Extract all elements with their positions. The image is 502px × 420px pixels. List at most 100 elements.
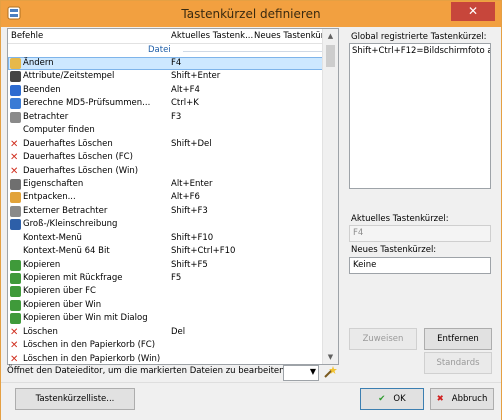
checksum-icon <box>10 98 21 110</box>
row-command-name: Dauerhaftes Löschen (FC) <box>23 152 133 163</box>
case-icon <box>10 219 21 231</box>
row-current-shortcut: F5 <box>171 273 182 283</box>
external-viewer-icon <box>10 205 21 217</box>
row-current-shortcut: Alt+F4 <box>171 84 200 95</box>
chevron-down-icon[interactable]: ▼ <box>310 367 316 376</box>
delete-permanent-icon: ✕ <box>10 152 19 164</box>
row-command-name: Kopieren über FC <box>23 286 96 297</box>
row-command-name: Dauerhaftes Löschen <box>23 138 113 149</box>
table-row[interactable]: Berechne MD5-Prüfsummen... Ctrl+K <box>8 97 338 110</box>
zuweisen-button[interactable]: Zuweisen <box>349 328 417 350</box>
row-command-name: Kopieren <box>23 259 61 270</box>
current-shortcut-value: F4 <box>353 228 364 238</box>
table-row[interactable]: Eigenschaften Alt+Enter <box>8 178 338 191</box>
dialog-footer: Tastenkürzelliste... ✔ OK ✖ Abbruch <box>1 382 501 420</box>
window-title: Tastenkürzel definieren <box>181 7 321 21</box>
row-current-shortcut: F4 <box>171 58 182 68</box>
row-command-name: Entpacken... <box>23 192 76 203</box>
table-row[interactable]: Beenden Alt+F4 <box>8 84 338 97</box>
list-scrollbar[interactable]: ▲ ▼ <box>322 29 338 364</box>
table-row[interactable]: Computer finden <box>8 124 338 137</box>
table-row[interactable]: ✕ Löschen in den Papierkorb (FC) <box>8 339 338 352</box>
global-shortcut-entry: Shift+Ctrl+F12=Bildschirmfoto aufne <box>352 46 490 56</box>
close-icon[interactable]: ✕ <box>468 4 478 18</box>
wand-icon[interactable] <box>323 365 337 379</box>
command-description: Öffnet den Dateieditor, um die markierte… <box>7 366 285 376</box>
delete-icon: ✕ <box>10 326 19 338</box>
row-current-shortcut: Ctrl+K <box>171 98 199 109</box>
row-command-name: Groß-/Kleinschreibung <box>23 219 118 230</box>
global-shortcuts-box[interactable]: Shift+Ctrl+F12=Bildschirmfoto aufne <box>349 43 491 189</box>
attributes-icon <box>10 71 21 83</box>
row-command-name: Kopieren mit Rückfrage <box>23 273 123 283</box>
shortcut-list-button[interactable]: Tastenkürzelliste... <box>15 388 135 410</box>
checkmark-icon: ✔ <box>378 394 386 404</box>
table-row[interactable]: Kopieren über Win mit Dialog <box>8 312 338 325</box>
table-row[interactable]: Kontext-Menü Shift+F10 <box>8 232 338 245</box>
row-current-shortcut: Shift+Del <box>171 138 212 149</box>
row-command-name: Externer Betrachter <box>23 205 108 216</box>
row-current-shortcut: Alt+F6 <box>171 192 200 203</box>
row-command-name: Berechne MD5-Prüfsummen... <box>23 98 151 109</box>
title-bar: Tastenkürzel definieren ✕ <box>1 1 501 27</box>
delete-permanent-icon: ✕ <box>10 165 19 177</box>
group-label: Datei <box>148 45 171 55</box>
table-row[interactable]: ✕ Dauerhaftes Löschen Shift+Del <box>8 138 338 151</box>
row-command-name: Löschen in den Papierkorb (FC) <box>23 340 156 351</box>
table-row[interactable]: ✕ Dauerhaftes Löschen (FC) <box>8 151 338 164</box>
copy-icon <box>10 299 21 311</box>
list-header: Befehle Aktuelles Tastenk... Neues Taste… <box>8 29 338 44</box>
table-row[interactable]: Kopieren über Win <box>8 299 338 312</box>
table-row[interactable]: Externer Betrachter Shift+F3 <box>8 205 338 218</box>
scroll-down-arrow-icon[interactable]: ▼ <box>323 350 338 364</box>
entfernen-button[interactable]: Entfernen <box>424 328 492 350</box>
row-current-shortcut: Shift+Ctrl+F10 <box>171 246 236 257</box>
row-command-name: Dauerhaftes Löschen (Win) <box>23 165 139 176</box>
group-divider <box>183 51 322 52</box>
editor-dropdown[interactable]: ▼ <box>283 365 319 381</box>
table-row[interactable]: Betrachter F3 <box>8 111 338 124</box>
cancel-button[interactable]: ✖ Abbruch <box>430 388 494 410</box>
ok-button[interactable]: ✔ OK <box>360 388 424 410</box>
table-row[interactable]: Groß-/Kleinschreibung <box>8 218 338 231</box>
viewer-icon <box>10 111 21 123</box>
row-current-shortcut: Shift+F10 <box>171 232 214 243</box>
table-row[interactable]: Ändern F4 <box>8 57 338 71</box>
table-row[interactable]: ✕ Dauerhaftes Löschen (Win) <box>8 165 338 178</box>
table-row[interactable]: Kontext-Menü 64 Bit Shift+Ctrl+F10 <box>8 245 338 258</box>
table-row[interactable]: ✕ Löschen Del <box>8 326 338 339</box>
table-row[interactable]: ✕ Löschen in den Papierkorb (Win) <box>8 353 338 365</box>
new-shortcut-input[interactable]: Keine <box>349 257 491 274</box>
current-shortcut-field: F4 <box>349 225 491 242</box>
delete-permanent-icon: ✕ <box>10 138 19 150</box>
scroll-up-arrow-icon[interactable]: ▲ <box>323 29 338 43</box>
shortcut-dialog: Tastenkürzel definieren ✕ Befehle Aktuel… <box>0 0 502 420</box>
list-rows: Ändern F4 Attribute/Zeitstempel Shift+Enter… <box>8 57 338 365</box>
edit-icon <box>10 58 21 69</box>
exit-icon <box>10 84 21 96</box>
cancel-label: Abbruch <box>451 394 488 404</box>
new-shortcut-label: Neues Tastenkürzel: <box>351 245 437 255</box>
row-current-shortcut: Shift+Enter <box>171 71 221 82</box>
table-row[interactable]: Kopieren mit Rückfrage F5 <box>8 272 338 285</box>
row-command-name: Computer finden <box>23 125 95 136</box>
copy-icon <box>10 259 21 271</box>
table-row[interactable]: Entpacken... Alt+F6 <box>8 191 338 204</box>
scroll-thumb[interactable] <box>326 45 335 67</box>
close-button[interactable]: ✕ <box>451 2 495 21</box>
unpack-icon <box>10 192 21 204</box>
column-header-aktuell[interactable]: Aktuelles Tastenk... <box>171 31 253 41</box>
column-header-befehle[interactable]: Befehle <box>11 31 43 41</box>
global-shortcuts-label: Global registrierte Tastenkürzel: <box>351 32 487 42</box>
standards-button[interactable]: Standards <box>424 352 492 374</box>
command-list[interactable]: Befehle Aktuelles Tastenk... Neues Taste… <box>7 28 339 365</box>
delete-icon: ✕ <box>10 353 19 365</box>
row-command-name: Löschen <box>23 326 58 337</box>
table-row[interactable]: Attribute/Zeitstempel Shift+Enter <box>8 70 338 83</box>
table-row[interactable]: Kopieren Shift+F5 <box>8 259 338 272</box>
table-row[interactable]: Kopieren über FC <box>8 285 338 298</box>
row-command-name: Attribute/Zeitstempel <box>23 71 115 82</box>
row-command-name: Betrachter <box>23 111 69 122</box>
new-shortcut-value: Keine <box>353 260 377 270</box>
ok-label: OK <box>393 394 406 404</box>
